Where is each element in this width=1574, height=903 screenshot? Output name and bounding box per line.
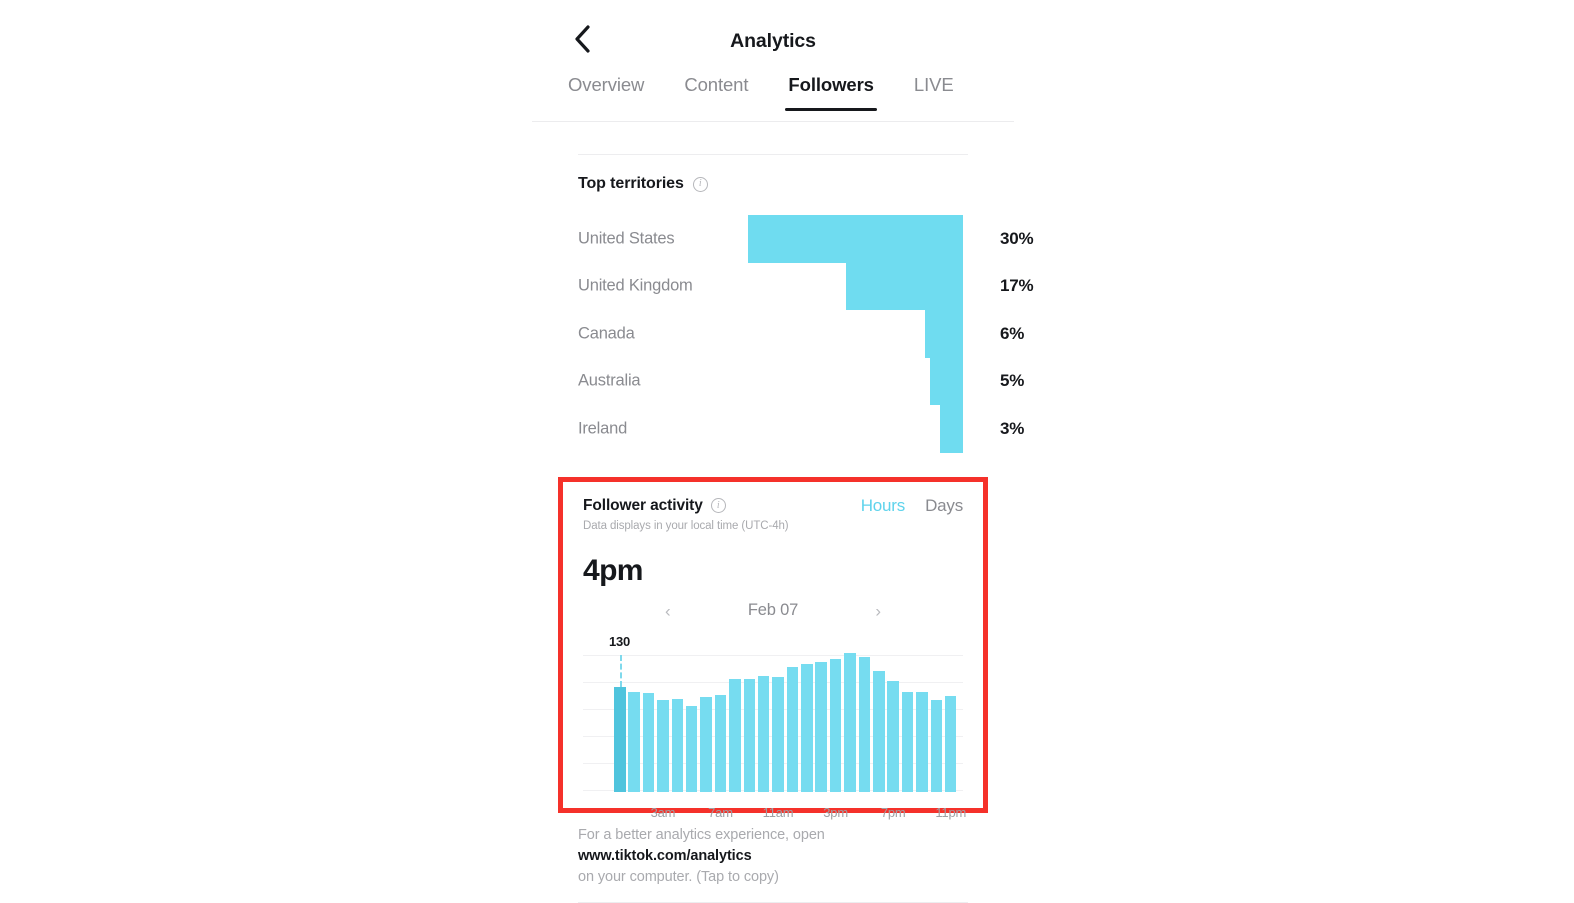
chart-bar[interactable]	[858, 656, 871, 792]
chart-bar[interactable]	[815, 661, 827, 792]
chart-bar[interactable]	[757, 676, 770, 792]
chart-bar[interactable]	[714, 694, 727, 792]
toggle-days[interactable]: Days	[925, 496, 963, 516]
territory-percent: 30%	[1000, 228, 1034, 248]
top-territories-header: Top territories i	[578, 155, 968, 193]
chart-bar[interactable]	[729, 678, 741, 792]
territory-bar	[846, 262, 963, 310]
chart-bar[interactable]	[657, 700, 669, 792]
chart-bar[interactable]	[916, 692, 928, 792]
local-time-note: Data displays in your local time (UTC-4h…	[583, 519, 789, 532]
selected-hour-value: 4pm	[583, 553, 643, 587]
chart-bar[interactable]	[772, 677, 784, 792]
footer-note: For a better analytics experience, open …	[578, 825, 968, 888]
footer-text-after: on your computer. (Tap to copy)	[578, 868, 779, 885]
territories-list: United States 30% United Kingdom 17% Can…	[578, 215, 1034, 453]
toggle-hours[interactable]: Hours	[861, 496, 906, 516]
chart-bar[interactable]	[700, 697, 712, 792]
analytics-tabs: Overview Content Followers LIVE	[532, 74, 1014, 122]
follower-activity-card: Follower activity i Hours Days Data disp…	[558, 476, 988, 820]
chart-bar[interactable]	[685, 706, 698, 792]
chart-bar[interactable]	[801, 664, 813, 792]
hours-days-toggle: Hours Days	[861, 496, 963, 516]
territory-name: Ireland	[578, 419, 628, 438]
footer-text-before: For a better analytics experience, open	[578, 826, 825, 843]
chevron-left-small-icon[interactable]: ‹	[665, 602, 671, 619]
chart-bar[interactable]	[901, 692, 914, 792]
chart-bar[interactable]	[887, 681, 899, 792]
tab-content[interactable]: Content	[684, 74, 748, 110]
peak-value-label: 130	[609, 633, 631, 649]
follower-activity-title: Follower activity	[583, 496, 703, 514]
territory-percent: 6%	[1000, 323, 1025, 343]
top-territories-title: Top territories	[578, 175, 684, 192]
chart-x-axis: 3am 7am 11am 3pm 7pm 11pm	[650, 804, 967, 820]
table-row: Ireland 3%	[578, 405, 1024, 453]
top-territories-section: Top territories i United States 30% Unit…	[532, 154, 1034, 453]
territory-percent: 3%	[1000, 418, 1025, 438]
table-row: United Kingdom 17%	[578, 262, 1034, 310]
chart-bar[interactable]	[671, 698, 684, 792]
page-title: Analytics	[730, 30, 816, 52]
chart-bar[interactable]	[930, 700, 943, 792]
chart-bar[interactable]	[844, 652, 856, 792]
territory-bar	[930, 357, 963, 405]
chart-bar[interactable]	[642, 693, 655, 792]
territory-bar	[940, 405, 963, 453]
follower-activity-chart: 130 3am 7am 11am 3pm 7pm 11pm	[583, 634, 966, 820]
chart-bar[interactable]	[829, 659, 842, 792]
territory-percent: 17%	[1000, 276, 1034, 296]
chart-bar[interactable]	[786, 666, 799, 792]
date-navigator: ‹ Feb 07 ›	[583, 596, 963, 626]
territory-bar	[748, 215, 963, 263]
territory-name: United States	[578, 229, 675, 248]
tab-overview[interactable]: Overview	[568, 74, 644, 110]
footer-divider	[578, 901, 968, 903]
table-row: United States 30%	[578, 215, 1034, 263]
tab-live[interactable]: LIVE	[914, 74, 954, 110]
date-label: Feb 07	[747, 601, 799, 619]
info-icon[interactable]: i	[692, 176, 708, 192]
table-row: Australia 5%	[578, 357, 1024, 405]
chart-bar[interactable]	[614, 686, 626, 792]
navigation-bar: Analytics	[532, 0, 1014, 74]
territory-bar	[925, 310, 963, 358]
analytics-url-link[interactable]: www.tiktok.com/analytics	[578, 848, 752, 864]
info-icon[interactable]: i	[710, 498, 726, 513]
territory-name: United Kingdom	[578, 276, 693, 295]
phone-screen: Analytics Overview Content Followers LIV…	[532, 0, 1034, 903]
territory-name: Canada	[578, 324, 635, 343]
follower-activity-header: Follower activity i Hours Days	[583, 496, 963, 516]
tab-followers[interactable]: Followers	[785, 74, 878, 111]
chart-bar[interactable]	[873, 670, 885, 792]
chart-bars	[614, 652, 957, 792]
territory-name: Australia	[578, 371, 641, 390]
territory-percent: 5%	[1000, 371, 1025, 391]
chevron-right-small-icon[interactable]: ›	[875, 602, 881, 619]
chart-bar[interactable]	[944, 696, 957, 792]
chart-bar[interactable]	[628, 692, 640, 792]
chart-bar[interactable]	[743, 679, 756, 792]
chart-plot-area	[583, 652, 963, 792]
table-row: Canada 6%	[578, 310, 1024, 358]
